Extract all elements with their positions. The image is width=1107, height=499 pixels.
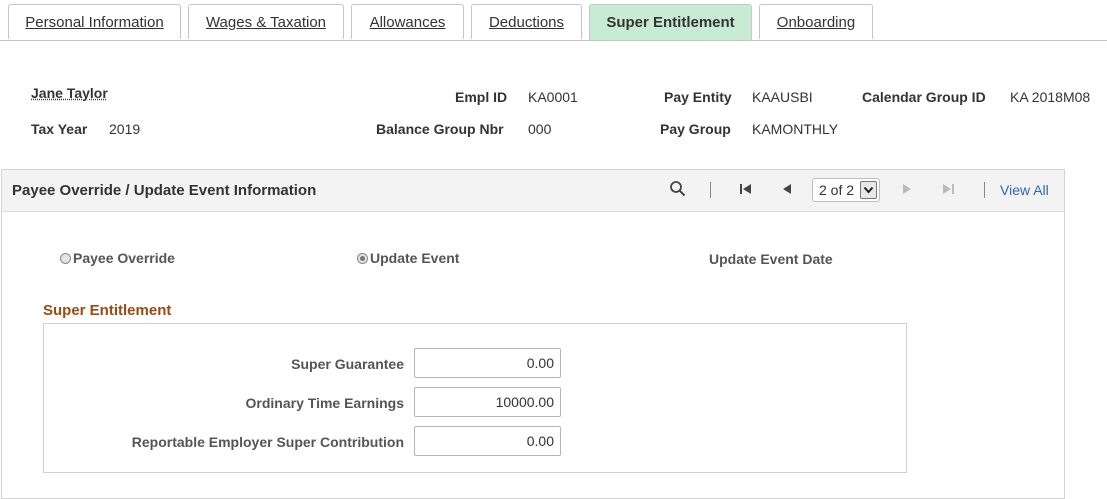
- ordinary-time-earnings-input[interactable]: [414, 387, 561, 417]
- empl-id-label: Empl ID: [455, 89, 508, 105]
- balance-group-value: 000: [528, 121, 552, 137]
- ordinary-time-earnings-label: Ordinary Time Earnings: [245, 395, 404, 411]
- separator: [984, 182, 985, 198]
- tax-year-label: Tax Year: [31, 121, 88, 137]
- tab-wages-taxation[interactable]: Wages & Taxation: [188, 4, 344, 39]
- update-event-radio[interactable]: [357, 252, 368, 264]
- tab-label: Personal Information: [25, 13, 164, 31]
- update-event-date-label: Update Event Date: [709, 251, 833, 267]
- tab-personal-information[interactable]: Personal Information: [8, 4, 181, 39]
- last-page-icon: [941, 182, 955, 199]
- group-title: Payee Override / Update Event Informatio…: [12, 182, 317, 199]
- group-header: Payee Override / Update Event Informatio…: [2, 170, 1064, 212]
- first-page-icon[interactable]: [739, 182, 753, 199]
- reportable-employer-super-label: Reportable Employer Super Contribution: [131, 434, 404, 450]
- pay-entity-label: Pay Entity: [664, 89, 732, 105]
- separator: [710, 182, 711, 198]
- pay-entity-value: KAAUSBI: [752, 89, 813, 105]
- previous-page-icon[interactable]: [781, 182, 793, 199]
- employee-name-link[interactable]: Jane Taylor: [31, 85, 108, 101]
- tab-allowances[interactable]: Allowances: [351, 4, 464, 39]
- reportable-employer-super-input[interactable]: [414, 426, 561, 456]
- tab-deductions[interactable]: Deductions: [471, 4, 582, 39]
- payee-override-radio[interactable]: [60, 252, 71, 264]
- tab-label: Super Entitlement: [606, 14, 735, 31]
- payee-override-option[interactable]: Payee Override: [60, 250, 175, 266]
- tab-super-entitlement[interactable]: Super Entitlement: [589, 4, 752, 40]
- update-event-option[interactable]: Update Event: [357, 250, 459, 266]
- balance-group-label: Balance Group Nbr: [376, 121, 504, 137]
- row-pager-select[interactable]: 2 of 2: [812, 178, 880, 202]
- search-icon[interactable]: [669, 180, 686, 200]
- payee-override-label: Payee Override: [73, 250, 175, 266]
- calendar-group-value: KA 2018M08: [1010, 89, 1091, 105]
- tab-divider: [0, 40, 1107, 41]
- super-entitlement-title: Super Entitlement: [43, 302, 172, 319]
- tab-onboarding[interactable]: Onboarding: [759, 4, 873, 39]
- tab-bar: Personal Information Wages & Taxation Al…: [0, 0, 1107, 41]
- super-guarantee-label: Super Guarantee: [291, 356, 404, 372]
- chevron-down-icon[interactable]: [860, 181, 877, 199]
- tab-label: Allowances: [369, 13, 446, 31]
- update-event-label: Update Event: [370, 250, 460, 266]
- tab-label: Wages & Taxation: [205, 13, 327, 31]
- super-guarantee-input[interactable]: [414, 348, 561, 378]
- next-page-icon: [901, 182, 913, 199]
- calendar-group-label: Calendar Group ID: [862, 89, 986, 105]
- tax-year-value: 2019: [109, 121, 141, 137]
- pay-group-label: Pay Group: [660, 121, 731, 137]
- tab-label: Deductions: [488, 13, 565, 31]
- empl-id-value: KA0001: [528, 89, 578, 105]
- pager-value: 2 of 2: [819, 182, 855, 198]
- view-all-link[interactable]: View All: [1000, 182, 1049, 198]
- tab-label: Onboarding: [776, 13, 856, 31]
- pay-group-value: KAMONTHLY: [752, 121, 839, 137]
